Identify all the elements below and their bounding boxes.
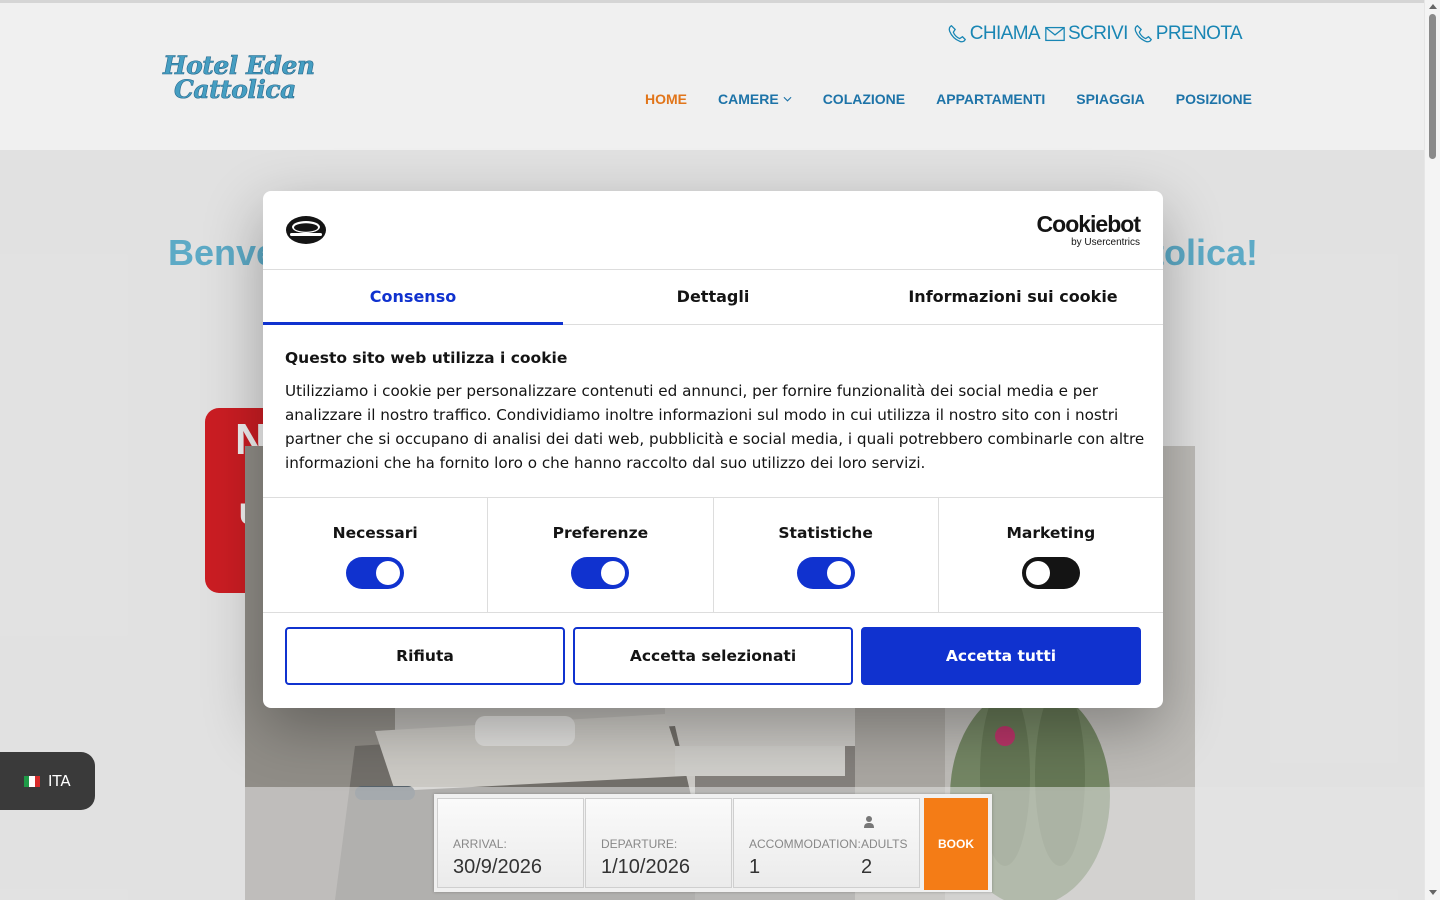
cookiebot-brand[interactable]: Cookiebot by Usercentrics <box>1036 211 1141 249</box>
statistiche-toggle[interactable] <box>796 557 855 589</box>
toggle-knob <box>1025 561 1050 585</box>
cookiebot-wordmark: Cookiebot <box>1036 211 1141 237</box>
dialog-header: Cookiebot by Usercentrics <box>263 191 1163 270</box>
departure-value: 1/10/2026 <box>601 856 690 878</box>
departure-field[interactable]: DEPARTURE: 1/10/2026 <box>585 798 732 888</box>
accommodation-label: ACCOMMODATION: <box>749 837 861 851</box>
necessari-toggle[interactable] <box>346 557 405 589</box>
category-label: Necessari <box>332 524 418 542</box>
cookie-consent-dialog: Cookiebot by Usercentrics Consenso Detta… <box>263 191 1163 708</box>
consent-categories: Necessari Preferenze Statistiche Marketi… <box>263 497 1163 613</box>
page-scrollbar[interactable] <box>1424 0 1440 900</box>
italy-flag-icon <box>24 775 40 787</box>
scroll-up-arrow-icon[interactable] <box>1429 4 1437 9</box>
scroll-thumb[interactable] <box>1429 14 1436 159</box>
tab-informazioni[interactable]: Informazioni sui cookie <box>863 269 1163 324</box>
tab-consenso[interactable]: Consenso <box>263 269 563 325</box>
marketing-toggle[interactable] <box>1021 557 1080 589</box>
tab-dettagli[interactable]: Dettagli <box>563 269 863 324</box>
cookiebot-subtitle: by Usercentrics <box>1071 237 1140 248</box>
scroll-down-arrow-icon[interactable] <box>1429 890 1437 895</box>
dialog-buttons: Rifiuta Accetta selezionati Accetta tutt… <box>285 627 1141 685</box>
booking-form: ARRIVAL: 30/9/2026 DEPARTURE: 1/10/2026 … <box>434 794 992 892</box>
category-statistiche: Statistiche <box>714 498 939 612</box>
toggle-knob <box>601 561 626 585</box>
adults-value: 2 <box>861 856 873 878</box>
adults-label: ADULTS <box>861 837 908 851</box>
category-necessari: Necessari <box>263 498 489 612</box>
language-switcher[interactable]: ITA <box>0 752 95 810</box>
category-label: Statistiche <box>778 524 873 542</box>
cookiebot-logo-icon <box>286 216 326 244</box>
departure-label: DEPARTURE: <box>601 837 678 851</box>
accept-all-button[interactable]: Accetta tutti <box>861 627 1141 685</box>
accept-selected-button[interactable]: Accetta selezionati <box>573 627 853 685</box>
accommodation-value: 1 <box>749 856 761 878</box>
book-button[interactable]: BOOK <box>924 798 988 890</box>
person-icon <box>864 816 874 828</box>
toggle-knob <box>826 561 851 585</box>
preferenze-toggle[interactable] <box>571 557 630 589</box>
category-label: Marketing <box>1006 524 1096 542</box>
language-label: ITA <box>48 772 71 790</box>
arrival-label: ARRIVAL: <box>453 837 507 851</box>
category-preferenze: Preferenze <box>488 498 714 612</box>
category-label: Preferenze <box>552 524 649 542</box>
dialog-tabs: Consenso Dettagli Informazioni sui cooki… <box>263 269 1163 325</box>
category-marketing: Marketing <box>939 498 1163 612</box>
consent-text: Utilizziamo i cookie per personalizzare … <box>285 382 1145 472</box>
toggle-knob <box>376 561 401 585</box>
guests-field[interactable]: ACCOMMODATION: 1 ADULTS 2 <box>733 798 920 888</box>
arrival-value: 30/9/2026 <box>453 856 542 878</box>
arrival-field[interactable]: ARRIVAL: 30/9/2026 <box>437 798 584 888</box>
consent-title: Questo sito web utilizza i cookie <box>285 349 568 367</box>
reject-button[interactable]: Rifiuta <box>285 627 565 685</box>
